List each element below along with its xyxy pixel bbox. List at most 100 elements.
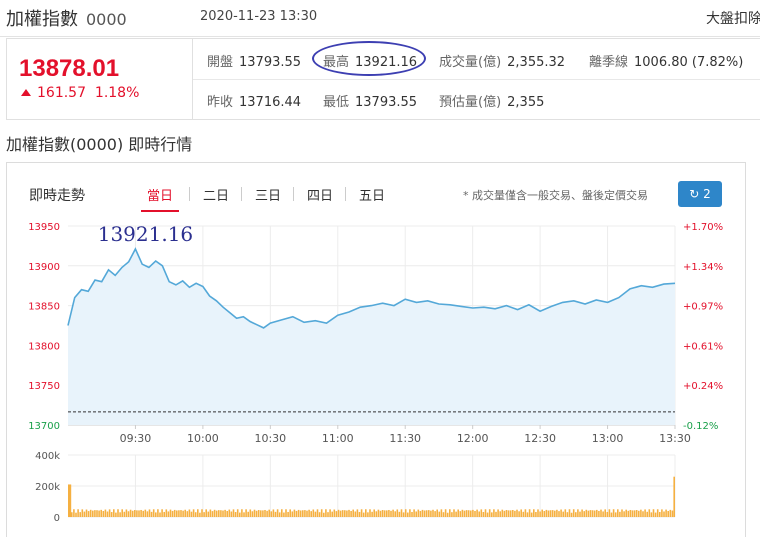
y-tick-label: 13900: [28, 262, 60, 273]
volume-bar: [161, 509, 163, 517]
volume-bar: [581, 509, 583, 517]
volume-bar: [638, 510, 640, 517]
high-annotation: 13921.16: [98, 222, 193, 246]
volume-bar: [444, 509, 447, 517]
volume-bar: [152, 509, 155, 517]
volume-bar: [631, 510, 634, 517]
volume-bar-open: [68, 484, 72, 517]
volume-bar: [537, 509, 539, 517]
volume-bar: [331, 511, 333, 517]
volume-bar: [467, 510, 470, 517]
x-tick-label: 13:30: [659, 432, 691, 445]
volume-bar: [600, 509, 602, 517]
volume-bar: [528, 509, 531, 517]
volume-bar: [545, 509, 548, 517]
volume-bar: [465, 510, 468, 517]
volume-bar: [625, 509, 627, 517]
volume-bar: [281, 509, 283, 517]
volume-bar: [306, 510, 308, 517]
volume-bar: [106, 511, 109, 517]
volume-bar: [232, 509, 235, 517]
volume-bar: [572, 509, 575, 517]
volume-bar: [314, 511, 317, 517]
volume-bar: [375, 511, 378, 517]
volume-bar: [129, 509, 132, 517]
y-tick-label: 13750: [28, 381, 60, 392]
volume-bar: [226, 510, 228, 517]
volume-bar: [299, 510, 302, 517]
volume-bar: [356, 509, 359, 517]
volume-bar: [585, 509, 588, 517]
volume-bar: [640, 509, 642, 517]
volume-bar: [409, 509, 411, 517]
volume-bar: [514, 510, 516, 517]
volume-bar: [365, 509, 367, 517]
volume-bar: [180, 510, 182, 517]
volume-bar: [421, 509, 424, 517]
volume-bar: [339, 510, 342, 517]
volume-bar: [635, 510, 638, 517]
volume-bar: [102, 511, 105, 517]
volume-bar: [650, 512, 653, 517]
volume-bar: [266, 510, 268, 517]
volume-bar: [442, 512, 445, 517]
volume-bar: [85, 509, 88, 517]
volume-bar: [474, 510, 476, 517]
volume-bar: [270, 511, 273, 517]
volume-bar: [146, 511, 149, 517]
volume-bar: [610, 512, 613, 517]
price-area: [67, 247, 676, 425]
volume-bar: [484, 509, 487, 517]
volume-bar: [560, 509, 562, 517]
volume-bar: [608, 509, 611, 517]
volume-bar: [451, 512, 453, 517]
volume-bar: [352, 509, 354, 517]
percent-axis: +1.70% +1.34% +0.97% +0.61% +0.24% -0.12%: [683, 222, 723, 432]
volume-bar: [297, 509, 300, 517]
volume-bar: [383, 510, 386, 517]
volume-bar: [253, 509, 256, 517]
percent-tick-label: +0.24%: [683, 381, 723, 392]
y-tick-label: 13850: [28, 302, 60, 313]
volume-bar: [287, 511, 289, 517]
volume-bar: [644, 509, 646, 517]
volume-bar: [176, 510, 178, 517]
volume-bar: [459, 511, 462, 517]
volume-bar: [94, 510, 96, 517]
volume-bar: [556, 509, 558, 517]
volume-bar: [178, 510, 180, 517]
volume-bar: [486, 512, 489, 517]
volume-bar: [505, 509, 508, 517]
x-tick-label: 11:00: [322, 432, 354, 445]
volume-bar: [438, 511, 441, 517]
volume-bar: [543, 510, 546, 517]
volume-bar: [333, 509, 336, 517]
volume-bar: [507, 510, 510, 517]
volume-bar: [138, 510, 140, 517]
y-tick-label: 13800: [28, 341, 60, 352]
percent-tick-label: +1.34%: [683, 262, 723, 273]
volume-bar: [236, 509, 239, 517]
volume-bar: [92, 510, 94, 517]
volume-bar: [623, 511, 625, 517]
volume-bar: [325, 509, 327, 517]
volume-tick-label: 0: [54, 513, 60, 524]
volume-bar: [430, 510, 432, 517]
volume-bar: [661, 509, 663, 517]
volume-bar: [449, 509, 451, 517]
volume-bar: [596, 509, 598, 517]
volume-bar: [386, 510, 388, 517]
volume-bar: [415, 511, 417, 517]
volume-bar: [249, 509, 252, 517]
volume-bar: [245, 509, 247, 517]
volume-bar: [125, 509, 128, 517]
volume-bar: [201, 509, 203, 517]
volume-bar: [207, 511, 210, 517]
volume-bar: [602, 511, 604, 517]
volume-bar: [491, 512, 493, 517]
volume-bar: [335, 511, 338, 517]
volume-bar: [110, 512, 113, 517]
volume-bar: [659, 512, 661, 517]
volume-bar: [419, 510, 422, 517]
percent-tick-label: -0.12%: [683, 421, 718, 432]
